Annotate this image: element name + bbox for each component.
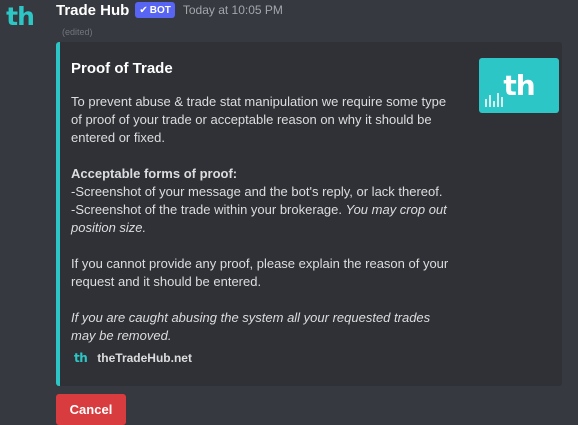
- warning-text: If you are caught abusing the system all…: [71, 310, 431, 343]
- edited-indicator: (edited): [62, 27, 93, 37]
- message-timestamp: Today at 10:05 PM: [182, 3, 283, 17]
- bot-badge: ✔ BOT: [135, 2, 175, 18]
- footer-logo-icon: th: [74, 351, 88, 365]
- username[interactable]: Trade Hub: [56, 2, 129, 19]
- proof-form-2-text: -Screenshot of the trade within your bro…: [71, 202, 342, 217]
- cancel-button[interactable]: Cancel: [56, 394, 126, 425]
- footer-text: theTradeHub.net: [97, 351, 192, 365]
- bot-badge-label: BOT: [149, 4, 171, 16]
- proof-form-1: -Screenshot of your message and the bot'…: [71, 184, 443, 199]
- avatar-logo-text: th: [6, 2, 35, 31]
- chart-bars-icon: [485, 93, 503, 107]
- message-header: Trade Hub ✔ BOT Today at 10:05 PM: [56, 1, 283, 19]
- embed-footer: th theTradeHub.net: [74, 351, 192, 365]
- no-proof-text: If you cannot provide any proof, please …: [71, 256, 449, 289]
- verified-check-icon: ✔: [139, 4, 148, 16]
- bot-avatar[interactable]: th: [0, 0, 40, 40]
- thumbnail-logo-text: th: [503, 69, 535, 102]
- embed-card: Proof of Trade To prevent abuse & trade …: [56, 42, 562, 386]
- intro-text: To prevent abuse & trade stat manipulati…: [71, 94, 447, 145]
- embed-title: Proof of Trade: [71, 60, 173, 77]
- embed-description: To prevent abuse & trade stat manipulati…: [71, 93, 451, 345]
- proof-form-2: -Screenshot of the trade within your bro…: [71, 201, 451, 237]
- forms-heading: Acceptable forms of proof:: [71, 166, 238, 181]
- embed-thumbnail[interactable]: th: [479, 58, 559, 113]
